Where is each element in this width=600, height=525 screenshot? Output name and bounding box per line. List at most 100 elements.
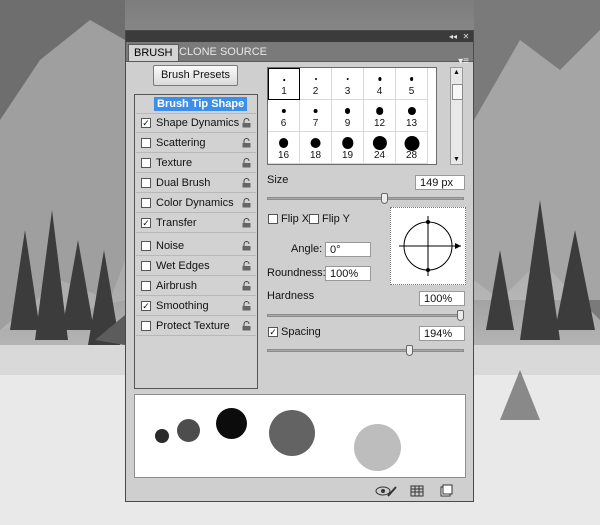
checkbox[interactable] [141, 281, 151, 291]
angle-roundness-widget[interactable] [390, 207, 466, 285]
tab-clone-source[interactable]: CLONE SOURCE [174, 44, 272, 61]
lock-icon[interactable] [242, 178, 251, 188]
hardness-slider[interactable] [267, 314, 464, 317]
brush-tip-dot [281, 108, 286, 114]
preview-stroke-4 [269, 410, 315, 456]
lock-icon[interactable] [242, 321, 251, 331]
brush-tip-cell[interactable]: 19 [332, 132, 364, 164]
brush-tip-size: 3 [344, 86, 351, 97]
brush-tip-cell[interactable]: 16 [268, 132, 300, 164]
list-item-color-dynamics[interactable]: Color Dynamics [136, 194, 256, 213]
list-item-smoothing[interactable]: ✓ Smoothing [136, 297, 256, 316]
checkbox[interactable]: ✓ [141, 301, 151, 311]
brush-tip-cell[interactable]: 18 [300, 132, 332, 164]
lock-icon[interactable] [242, 198, 251, 208]
checkbox[interactable] [141, 178, 151, 188]
lock-icon[interactable] [242, 241, 251, 251]
brush-tip-cell[interactable]: 12 [364, 100, 396, 132]
lock-icon[interactable] [242, 281, 251, 291]
checkbox[interactable]: ✓ [141, 218, 151, 228]
brush-tip-cell[interactable]: 6 [268, 100, 300, 132]
list-item-shape-dynamics[interactable]: ✓ Shape Dynamics [136, 114, 256, 133]
list-item-airbrush[interactable]: Airbrush [136, 277, 256, 296]
new-preset-icon[interactable] [439, 484, 453, 498]
checkbox[interactable] [141, 198, 151, 208]
brush-tip-dot [407, 106, 416, 116]
brush-tip-cell[interactable]: 24 [364, 132, 396, 164]
brush-tip-size: 12 [373, 118, 386, 129]
brush-tip-dot [283, 79, 285, 81]
list-item-label: Protect Texture [156, 320, 230, 332]
brush-tip-cell[interactable]: 7 [300, 100, 332, 132]
spacing-label: Spacing [281, 326, 321, 338]
grid-panel-icon[interactable] [410, 484, 424, 498]
list-item-transfer[interactable]: ✓ Transfer [136, 214, 256, 233]
scroll-up-icon[interactable]: ▲ [453, 69, 460, 76]
lock-icon[interactable] [242, 218, 251, 228]
brush-presets-button[interactable]: Brush Presets [153, 65, 238, 86]
list-item-brush-tip-shape[interactable]: Brush Tip Shape [136, 95, 256, 114]
hardness-input[interactable]: 100% [419, 291, 465, 306]
brush-tip-size: 7 [312, 118, 319, 129]
spacing-slider-thumb[interactable] [405, 345, 413, 356]
spacing-checkbox[interactable]: ✓ [268, 327, 278, 337]
checkbox[interactable] [141, 241, 151, 251]
brush-tip-size: 5 [408, 86, 415, 97]
brush-tip-cell[interactable]: 4 [364, 68, 396, 100]
brush-tip-size: 24 [373, 150, 386, 161]
spacing-input[interactable]: 194% [419, 326, 465, 341]
brush-tip-cell[interactable]: 9 [332, 100, 364, 132]
lock-icon[interactable] [242, 158, 251, 168]
flip-y-label: Flip Y [322, 213, 350, 225]
size-slider-thumb[interactable] [381, 193, 388, 204]
brush-tip-size: 13 [405, 118, 418, 129]
roundness-input[interactable]: 100% [325, 266, 371, 281]
brush-tip-size: 28 [405, 150, 418, 161]
tab-brush[interactable]: BRUSH [128, 44, 179, 61]
collapse-icon[interactable]: ◂◂ [448, 32, 458, 41]
list-item-protect-texture[interactable]: Protect Texture [136, 317, 256, 336]
preview-stroke-5 [354, 424, 401, 471]
lock-icon[interactable] [242, 138, 251, 148]
checkbox[interactable] [141, 321, 151, 331]
brush-tip-dot [314, 77, 317, 81]
list-item-texture[interactable]: Texture [136, 154, 256, 173]
panel-menu-icon[interactable]: ▾≡ [458, 56, 469, 67]
lock-icon[interactable] [242, 118, 251, 128]
list-item-dual-brush[interactable]: Dual Brush [136, 174, 256, 193]
list-item-scattering[interactable]: Scattering [136, 134, 256, 153]
brush-tip-size: 16 [277, 150, 290, 161]
scroll-down-icon[interactable]: ▼ [453, 156, 460, 163]
panel-titlebar[interactable]: ◂◂ ✕ [126, 31, 473, 42]
angle-input[interactable]: 0° [325, 242, 371, 257]
size-slider[interactable] [267, 197, 464, 200]
brush-settings-list: Brush Tip Shape ✓ Shape Dynamics Scatterin… [134, 94, 258, 389]
list-item-noise[interactable]: Noise [136, 237, 256, 256]
close-icon[interactable]: ✕ [461, 32, 471, 41]
lock-icon[interactable] [242, 301, 251, 311]
brush-tip-cell[interactable]: 2 [300, 68, 332, 100]
scrollbar-thumb[interactable] [452, 84, 463, 100]
checkbox[interactable] [141, 261, 151, 271]
spacing-slider[interactable] [267, 349, 464, 352]
size-input[interactable]: 149 px [415, 175, 465, 190]
brush-tip-size: 6 [280, 118, 287, 129]
brush-tip-cell[interactable]: 5 [396, 68, 428, 100]
flip-x-checkbox[interactable] [268, 214, 278, 224]
flip-y-checkbox[interactable] [309, 214, 319, 224]
brush-grid-scrollbar[interactable]: ▲ ▼ [450, 67, 463, 165]
checkbox[interactable] [141, 138, 151, 148]
brush-tip-cell[interactable]: 13 [396, 100, 428, 132]
list-item-label: Wet Edges [156, 260, 210, 272]
hardness-slider-thumb[interactable] [457, 310, 464, 321]
list-item-wet-edges[interactable]: Wet Edges [136, 257, 256, 276]
brush-tip-dot [344, 108, 351, 114]
brush-tip-cell[interactable]: 3 [332, 68, 364, 100]
brush-tip-cell[interactable]: 28 [396, 132, 428, 164]
checkbox[interactable]: ✓ [141, 118, 151, 128]
eye-brush-icon[interactable] [375, 484, 397, 498]
checkbox[interactable] [141, 158, 151, 168]
list-item-label: Noise [156, 240, 185, 252]
lock-icon[interactable] [242, 261, 251, 271]
brush-tip-cell[interactable]: 1 [268, 68, 300, 100]
